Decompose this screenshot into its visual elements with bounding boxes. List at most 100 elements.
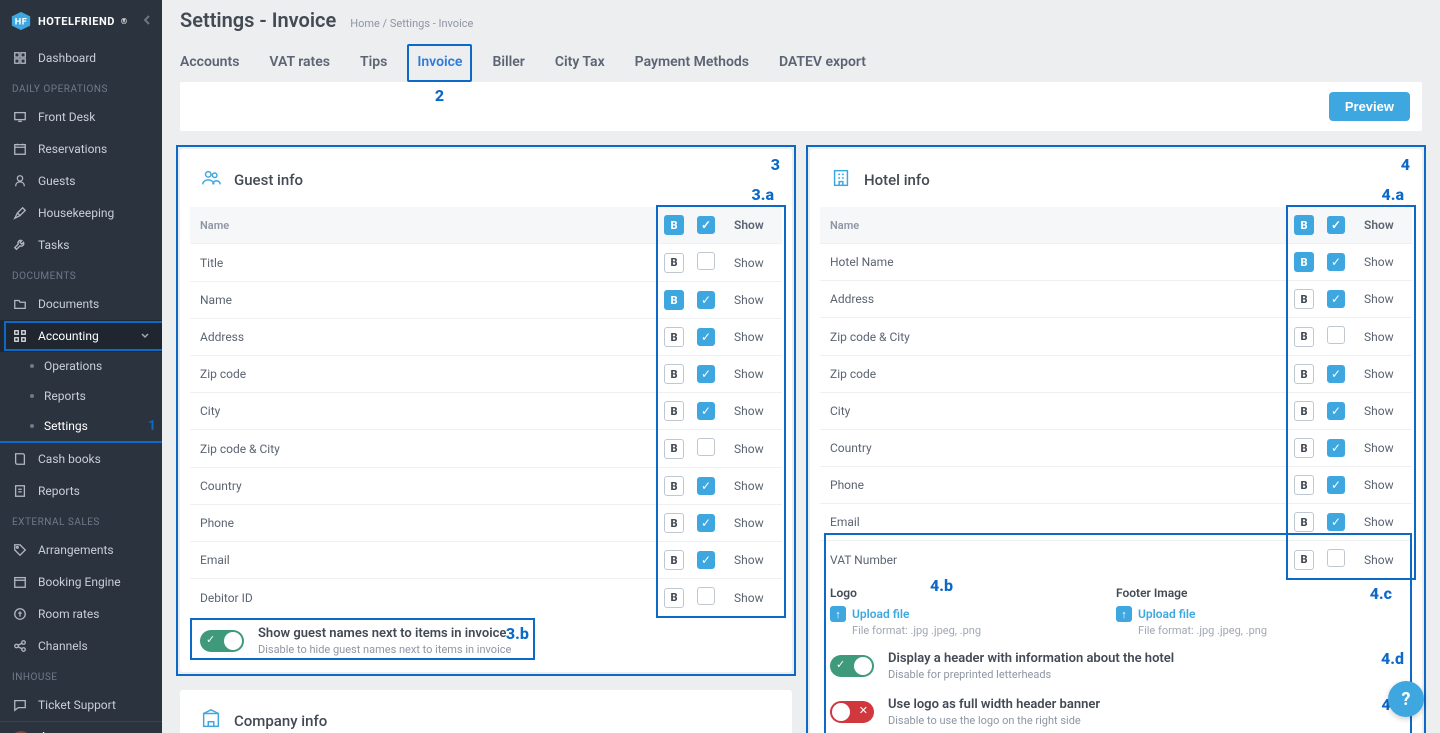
bold-all-button[interactable]: B — [664, 215, 684, 235]
sidebar-item-label: Accounting — [38, 329, 99, 343]
sidebar-item-dashboard[interactable]: Dashboard — [0, 42, 162, 74]
sidebar-item-room-rates[interactable]: Room rates — [0, 598, 162, 630]
show-checkbox[interactable] — [697, 365, 715, 383]
show-all-checkbox[interactable] — [1327, 216, 1345, 234]
sidebar-item-channels[interactable]: Channels — [0, 630, 162, 662]
bold-button[interactable]: B — [1294, 252, 1314, 272]
sidebar-item-reports[interactable]: Reports — [0, 475, 162, 507]
sidebar-item-booking-engine[interactable]: Booking Engine — [0, 566, 162, 598]
bold-button[interactable]: B — [664, 401, 684, 421]
bold-button[interactable]: B — [1294, 327, 1314, 347]
sidebar-item-label: Operations — [44, 359, 102, 373]
help-fab[interactable]: ? — [1388, 681, 1424, 717]
show-checkbox[interactable] — [1327, 549, 1345, 567]
hotel-info-card: 4 Hotel info 4.a NameBShowHotel NameBSho… — [810, 149, 1422, 733]
footer-upload-link[interactable]: ↑ Upload file — [1116, 606, 1402, 622]
show-checkbox[interactable] — [1327, 326, 1345, 344]
guest-names-toggle[interactable]: ✓ — [200, 630, 244, 652]
bold-button[interactable]: B — [1294, 475, 1314, 495]
bold-button[interactable]: B — [664, 290, 684, 310]
tab-accounts[interactable]: Accounts — [180, 46, 239, 82]
show-label: Show — [1354, 356, 1412, 393]
sidebar-item-documents[interactable]: Documents — [0, 288, 162, 320]
sidebar-item-front-desk[interactable]: Front Desk — [0, 101, 162, 133]
show-checkbox[interactable] — [1327, 513, 1345, 531]
sidebar-item-housekeeping[interactable]: Housekeeping — [0, 197, 162, 229]
sidebar-user[interactable]: Anna @Support — [0, 721, 162, 733]
show-checkbox[interactable] — [1327, 476, 1345, 494]
hotel-banner-toggle[interactable]: ✕ — [830, 701, 874, 723]
show-checkbox[interactable] — [1327, 290, 1345, 308]
show-checkbox[interactable] — [697, 551, 715, 569]
show-checkbox[interactable] — [697, 328, 715, 346]
preview-button[interactable]: Preview — [1329, 92, 1410, 121]
price-icon — [12, 606, 28, 622]
sidebar-item-arrangements[interactable]: Arrangements — [0, 534, 162, 566]
bold-button[interactable]: B — [664, 550, 684, 570]
breadcrumb-home[interactable]: Home — [350, 17, 380, 30]
show-all-checkbox[interactable] — [697, 216, 715, 234]
hotel-header-toggle[interactable]: ✓ — [830, 655, 874, 677]
bold-button[interactable]: B — [664, 588, 684, 608]
show-checkbox[interactable] — [697, 252, 715, 270]
hotel-header-toggle-row: ✓ Display a header with information abou… — [810, 641, 1422, 687]
show-checkbox[interactable] — [697, 587, 715, 605]
bold-button[interactable]: B — [664, 476, 684, 496]
tab-vat-rates[interactable]: VAT rates — [269, 46, 330, 82]
tab-datev-export[interactable]: DATEV export — [779, 46, 866, 82]
show-checkbox[interactable] — [1327, 253, 1345, 271]
sidebar-item-accounting[interactable]: Accounting — [0, 320, 162, 352]
sidebar-item-label: Documents — [38, 297, 99, 311]
show-checkbox[interactable] — [697, 477, 715, 495]
share-icon — [12, 638, 28, 654]
sidebar-item-ticket-support[interactable]: Ticket Support — [0, 689, 162, 721]
table-row: CityBShow — [820, 393, 1412, 430]
sidebar-item-label: Front Desk — [38, 110, 95, 124]
sidebar-item-reports[interactable]: Reports — [0, 381, 162, 411]
bold-button[interactable]: B — [664, 327, 684, 347]
bold-button[interactable]: B — [1294, 289, 1314, 309]
bullet-icon — [30, 394, 34, 398]
footer-label: Footer Image — [1116, 586, 1402, 600]
logo-upload-link[interactable]: ↑ Upload file — [830, 606, 1116, 622]
sidebar-collapse-icon[interactable] — [142, 14, 152, 28]
sidebar-item-operations[interactable]: Operations — [0, 351, 162, 381]
bold-button[interactable]: B — [664, 513, 684, 533]
brand[interactable]: HF HOTELFRIEND ® — [0, 0, 162, 42]
show-checkbox[interactable] — [697, 402, 715, 420]
show-checkbox[interactable] — [1327, 365, 1345, 383]
show-label: Show — [724, 505, 782, 542]
sidebar-item-tasks[interactable]: Tasks — [0, 229, 162, 261]
table-row: VAT NumberBShow — [820, 541, 1412, 579]
show-label: Show — [1354, 244, 1412, 281]
row-label: Phone — [190, 505, 660, 542]
bold-all-button[interactable]: B — [1294, 215, 1314, 235]
sidebar-item-cash-books[interactable]: Cash books — [0, 443, 162, 475]
bold-button[interactable]: B — [1294, 550, 1314, 570]
sidebar-item-guests[interactable]: Guests — [0, 165, 162, 197]
show-checkbox[interactable] — [1327, 439, 1345, 457]
show-checkbox[interactable] — [697, 438, 715, 456]
hotel-banner-toggle-title: Use logo as full width header banner — [888, 697, 1100, 712]
tab-city-tax[interactable]: City Tax — [555, 46, 605, 82]
show-checkbox[interactable] — [697, 514, 715, 532]
show-checkbox[interactable] — [697, 291, 715, 309]
show-label: Show — [724, 282, 782, 319]
sidebar-item-settings[interactable]: Settings1 — [0, 411, 162, 443]
tab-tips[interactable]: Tips — [360, 46, 387, 82]
bold-button[interactable]: B — [1294, 401, 1314, 421]
bold-button[interactable]: B — [1294, 512, 1314, 532]
show-checkbox[interactable] — [1327, 402, 1345, 420]
bold-button[interactable]: B — [664, 364, 684, 384]
sidebar-item-reservations[interactable]: Reservations — [0, 133, 162, 165]
bold-button[interactable]: B — [1294, 364, 1314, 384]
col-name-header: Name — [820, 207, 1290, 244]
bold-button[interactable]: B — [1294, 438, 1314, 458]
monitor-icon — [12, 109, 28, 125]
bold-button[interactable]: B — [664, 439, 684, 459]
tab-payment-methods[interactable]: Payment Methods — [635, 46, 749, 82]
show-label: Show — [724, 244, 782, 282]
tab-biller[interactable]: Biller — [492, 46, 524, 82]
table-row: AddressBShow — [190, 319, 782, 356]
bold-button[interactable]: B — [664, 253, 684, 273]
